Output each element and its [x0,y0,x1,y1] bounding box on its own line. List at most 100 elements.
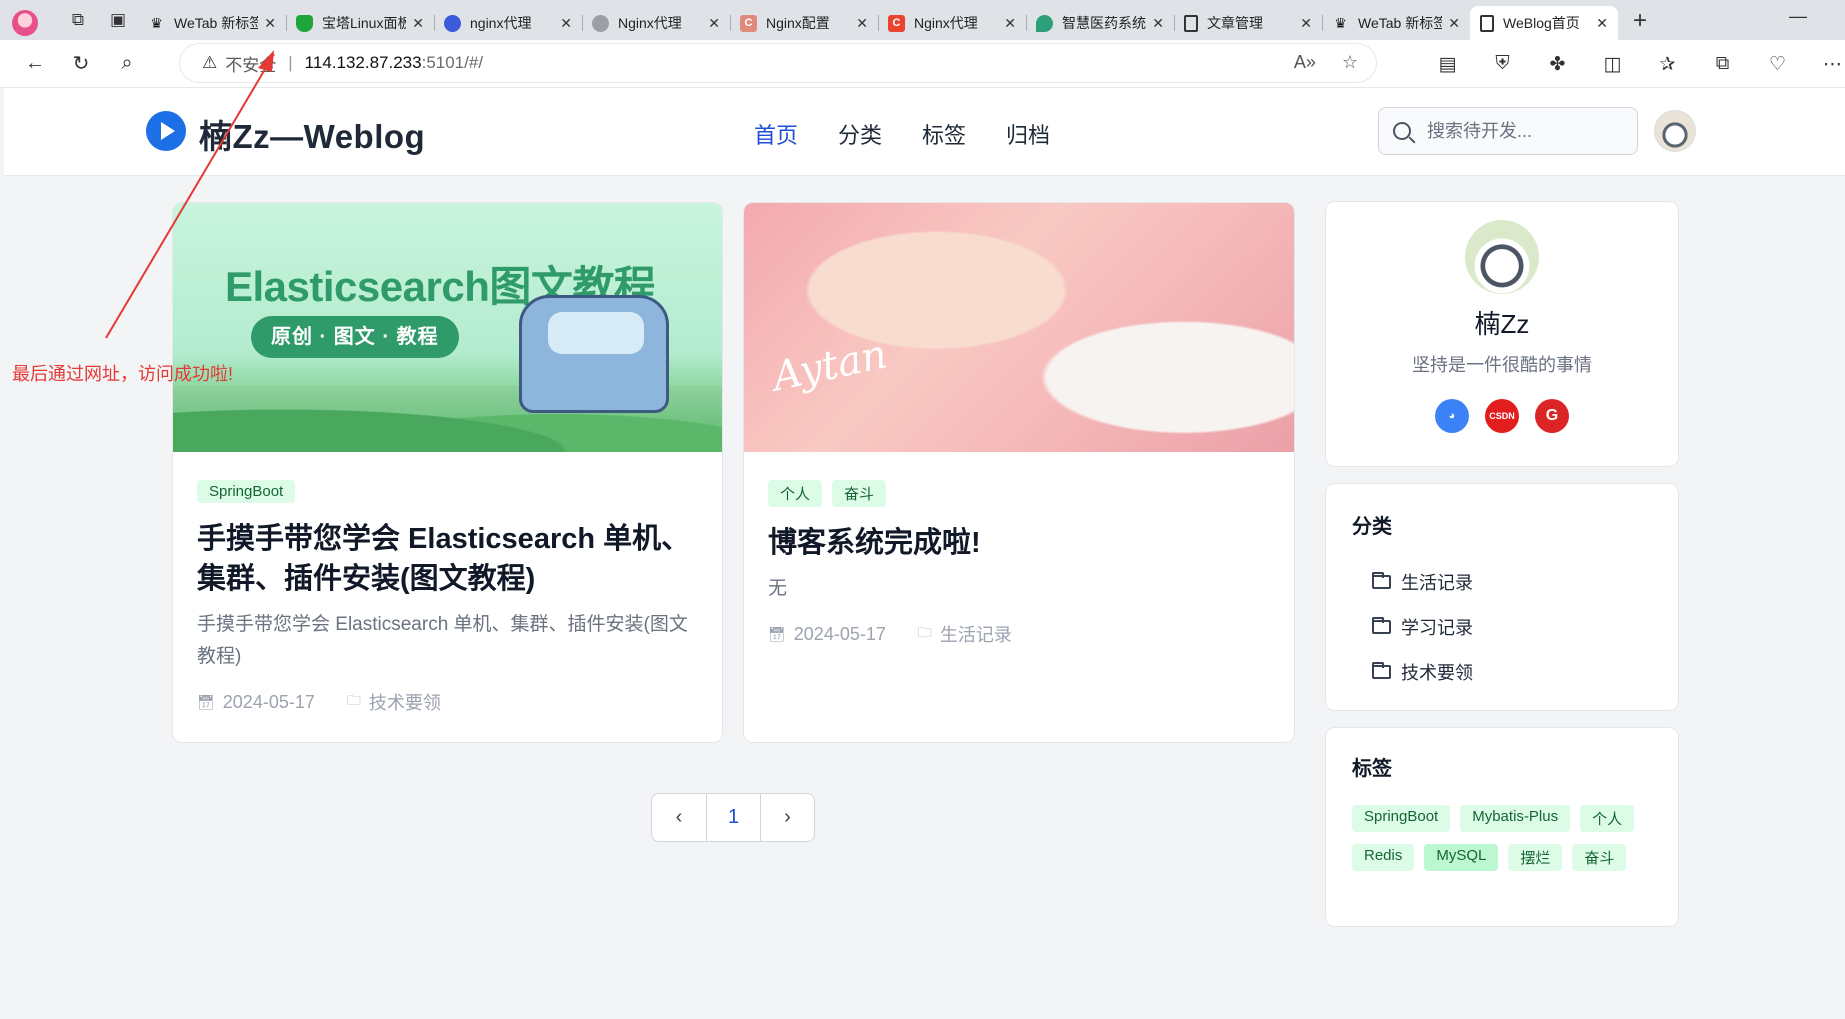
close-icon[interactable]: ✕ [708,15,720,32]
search-input[interactable] [1427,120,1617,142]
close-icon[interactable]: ✕ [412,15,424,32]
tab-baota[interactable]: 宝塔Linux面板 ✕ [286,6,434,40]
refresh-icon[interactable]: ↻ [58,44,104,84]
search-box[interactable] [1378,107,1638,155]
nav-home[interactable]: 首页 [754,118,798,150]
category-item[interactable]: 生活记录 [1372,559,1652,604]
article-card[interactable]: Aytan 个人 奋斗 博客系统完成啦! 无 📅︎ 2024-05-17 🗀 生… [743,202,1295,743]
article-category[interactable]: 生活记录 [940,621,1012,647]
prev-page-button[interactable]: ‹ [652,794,706,841]
tab-title: Nginx配置 [766,15,830,31]
tab-nginx-config[interactable]: C Nginx配置 ✕ [730,6,878,40]
close-icon[interactable]: ✕ [1300,15,1312,32]
workspaces-icon[interactable]: ⧉ [58,0,98,40]
csdn-icon[interactable]: CSDN [1485,399,1519,433]
tag-chip[interactable]: 摆烂 [1508,844,1563,871]
tab-actions-icon[interactable]: ▣ [98,0,138,40]
article-description: 手摸手带您学会 Elasticsearch 单机、集群、插件安装(图文教程) [197,614,688,667]
more-menu-icon[interactable]: ⋯ [1805,44,1845,84]
tag-chip[interactable]: Redis [1352,844,1415,871]
tab-title: WeTab 新标签页 [174,15,259,31]
tag-chip[interactable]: SpringBoot [1352,805,1451,832]
browser-toolbar: ← ↻ ⌕ ⚠ 不安全 | 114.132.87.233:5101/#/ A» … [0,40,1845,88]
address-bar[interactable]: ⚠ 不安全 | 114.132.87.233:5101/#/ A» ☆ [180,44,1376,82]
tag-chip[interactable]: MySQL [1424,844,1499,871]
page-number-button[interactable]: 1 [706,794,760,841]
main-nav: 首页 分类 标签 归档 [754,118,1050,150]
category-item[interactable]: 学习记录 [1372,604,1652,649]
back-arrow-icon[interactable]: ← [12,44,58,84]
site-logo-icon[interactable] [146,111,186,151]
favorite-star-icon[interactable]: ☆ [1342,52,1358,73]
tab-nginx-proxy-1[interactable]: Nginx代理 ✕ [582,6,730,40]
tag-chip[interactable]: 个人 [1580,805,1635,832]
article-category[interactable]: 技术要领 [369,689,441,715]
new-tab-button[interactable]: + [1618,7,1662,35]
next-page-button[interactable]: › [760,794,814,841]
article-date: 2024-05-17 [222,691,315,712]
tab-baidu-nginx[interactable]: nginx代理 ✕ [434,6,582,40]
minimize-icon[interactable]: — [1789,6,1807,27]
tab-wetab-1[interactable]: ♛ WeTab 新标签页 ✕ [138,6,286,40]
site-name[interactable]: 楠Zz—Weblog [199,110,425,158]
folder-open-icon [1372,571,1391,589]
tab-pharmacy[interactable]: 智慧医药系统 ✕ [1026,6,1174,40]
nav-tags[interactable]: 标签 [922,118,966,150]
user-avatar[interactable] [1654,110,1696,152]
article-tag[interactable]: SpringBoot [197,480,296,503]
nav-categories[interactable]: 分类 [838,118,882,150]
github-icon[interactable]: ◕ [1435,399,1469,433]
article-tag[interactable]: 个人 [768,480,823,507]
tab-title: Nginx代理 [914,15,978,31]
article-cover-image[interactable]: Aytan [744,203,1294,452]
search-icon[interactable]: ⌕ [104,44,150,84]
folder-open-icon [1372,661,1391,679]
tag-chip[interactable]: 奋斗 [1572,844,1627,871]
folder-icon: 🗀 [917,624,932,640]
close-icon[interactable]: ✕ [264,15,276,32]
categories-card: 分类 生活记录 学习记录 技术要领 [1325,483,1679,711]
browser-tab-bar: ⧉ ▣ ♛ WeTab 新标签页 ✕ 宝塔Linux面板 ✕ nginx代理 ✕… [0,0,1845,40]
document-icon [1480,14,1494,32]
extension-icon[interactable]: ⛨ [1475,44,1530,84]
close-icon[interactable]: ✕ [1004,15,1016,32]
tab-nginx-proxy-2[interactable]: C Nginx代理 ✕ [878,6,1026,40]
article-tag[interactable]: 奋斗 [832,480,887,507]
profile-avatar [1465,220,1539,294]
close-icon[interactable]: ✕ [856,15,868,32]
extensions-puzzle-icon[interactable]: ✤ [1530,44,1585,84]
gitee-icon[interactable]: G [1535,399,1569,433]
split-screen-icon[interactable]: ◫ [1585,44,1640,84]
close-icon[interactable]: ✕ [1448,15,1460,32]
nav-archive[interactable]: 归档 [1006,118,1050,150]
article-title[interactable]: 手摸手带您学会 Elasticsearch 单机、集群、插件安装(图文教程) [197,519,698,599]
tab-article-admin[interactable]: 文章管理 ✕ [1174,6,1322,40]
favorites-icon[interactable]: ✰ [1640,44,1695,84]
article-cover-image[interactable]: Elasticsearch图文教程 原创 · 图文 · 教程 [173,203,722,452]
url-host[interactable]: 114.132.87.233 [305,53,422,73]
collections-icon[interactable]: ⧉ [1695,44,1750,84]
browser-essentials-icon[interactable]: ♡ [1750,44,1805,84]
tab-title: nginx代理 [470,15,532,31]
read-aloud-icon[interactable]: A» [1294,52,1316,73]
tab-profile-avatar[interactable] [0,6,58,40]
close-icon[interactable]: ✕ [1596,15,1608,32]
search-icon [1393,122,1411,140]
category-label: 学习记录 [1401,617,1473,638]
close-icon[interactable]: ✕ [1152,15,1164,32]
extension-wallet-icon[interactable]: ▤ [1420,44,1475,84]
folder-open-icon [1372,616,1391,634]
url-path[interactable]: :5101/#/ [422,53,483,73]
article-card[interactable]: Elasticsearch图文教程 原创 · 图文 · 教程 SpringBoo… [172,202,723,743]
warning-icon[interactable]: ⚠ [202,53,217,73]
security-label[interactable]: 不安全 [225,51,276,76]
tab-weblog-active[interactable]: WeBlog首页 ✕ [1470,6,1618,40]
article-title[interactable]: 博客系统完成啦! [768,523,1270,563]
shield-icon [296,14,313,32]
category-item[interactable]: 技术要领 [1372,649,1652,694]
tags-title: 标签 [1352,758,1392,780]
tag-chip[interactable]: Mybatis-Plus [1460,805,1571,832]
tab-title: WeBlog首页 [1503,15,1580,31]
tab-wetab-2[interactable]: ♛ WeTab 新标签页 ✕ [1322,6,1470,40]
close-icon[interactable]: ✕ [560,15,572,32]
